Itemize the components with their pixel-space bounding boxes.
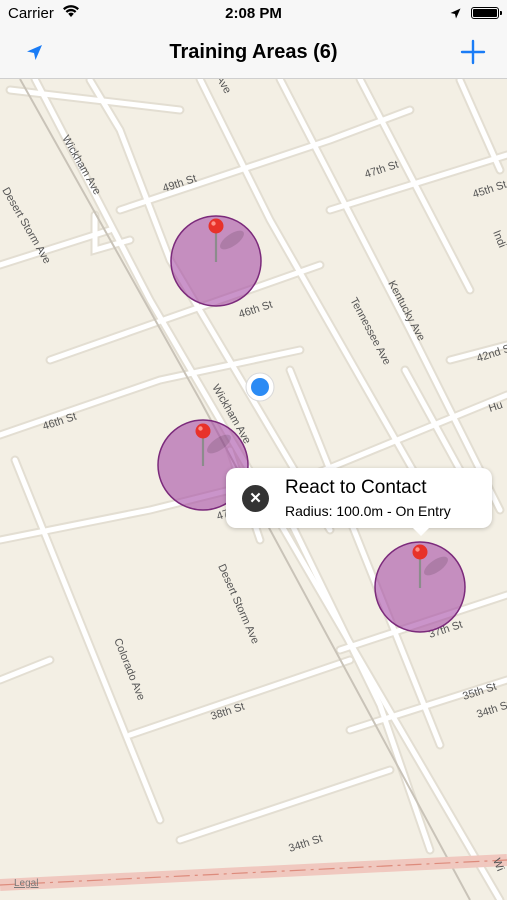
status-time: 2:08 PM: [225, 5, 282, 22]
annotation-callout[interactable]: ✕ React to Contact Radius: 100.0m - On E…: [226, 468, 492, 536]
callout-title: React to Contact: [285, 477, 427, 498]
battery-icon: [471, 7, 502, 19]
status-bar: Carrier 2:08 PM: [0, 0, 507, 28]
legal-link[interactable]: Legal: [14, 878, 38, 889]
add-training-area-button[interactable]: [459, 38, 487, 66]
plus-icon: [460, 39, 486, 65]
close-icon[interactable]: ✕: [242, 485, 269, 512]
callout-detail: Radius: 100.0m - On Entry: [285, 503, 451, 519]
navigation-bar: Training Areas (6): [0, 28, 507, 79]
page-title: Training Areas (6): [169, 41, 338, 63]
location-services-icon: [450, 6, 461, 23]
user-location-marker: [245, 372, 275, 402]
